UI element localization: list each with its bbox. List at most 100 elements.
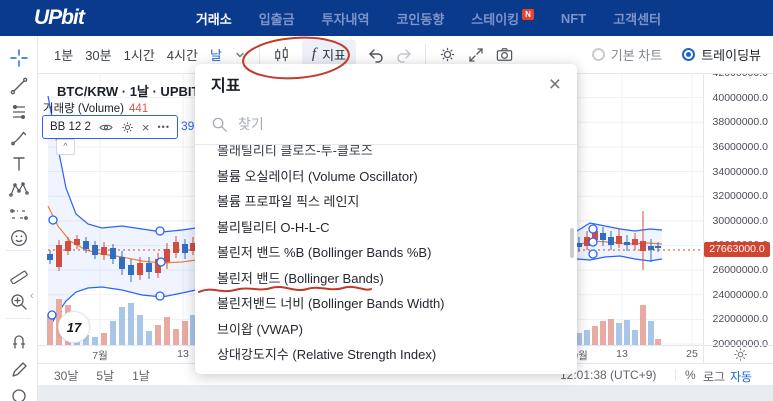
scrollbar-thumb[interactable]: [570, 228, 574, 258]
indicator-search[interactable]: [195, 104, 577, 145]
radio-icon: [682, 48, 696, 61]
page-background-strip: [38, 385, 773, 401]
brush-icon: [11, 131, 27, 146]
range-button[interactable]: 30날: [54, 367, 78, 384]
nav-item[interactable]: 고객센터: [613, 9, 661, 28]
upbit-logo[interactable]: UPbit: [34, 6, 85, 30]
remove-indicator-button[interactable]: ×: [142, 121, 150, 134]
nav-item[interactable]: 투자내역: [322, 9, 370, 28]
chart-mode-switch: 기본 차트 트레이딩뷰: [591, 45, 761, 64]
nav-item[interactable]: NFT: [561, 11, 586, 26]
indicator-list-item[interactable]: 상대강도지수 (Relative Strength Index): [195, 342, 577, 368]
eraser-icon: [12, 389, 26, 401]
emoji-tool-button[interactable]: [8, 228, 30, 250]
prediction-tool-button[interactable]: [8, 205, 30, 227]
auto-scale-toggle[interactable]: 자동: [730, 368, 752, 385]
modal-header: 지표 ×: [195, 64, 577, 104]
magnet-icon: [12, 335, 26, 349]
pattern-tool-button[interactable]: [8, 180, 30, 202]
rail-divider: [6, 318, 31, 319]
upbit-trading-app: UPbit 거래소 입출금 투자내역 코인동향 스테이킹 N NFT 고객센터 1분 30분 1시…: [0, 0, 773, 401]
close-icon[interactable]: ×: [549, 74, 561, 95]
price-axis-label: 30000000.0: [712, 214, 768, 227]
price-axis-label: 36000000.0: [712, 140, 768, 153]
volume-legend[interactable]: 거래량 (Volume) 441: [43, 100, 148, 116]
nav-item[interactable]: 스테이킹 N: [471, 8, 534, 28]
indicator-list-item[interactable]: 볼리틸리티 O-H-L-C: [195, 215, 577, 241]
range-button[interactable]: 1날: [132, 367, 150, 384]
text-tool-button[interactable]: [8, 154, 30, 176]
time-axis-label: 13: [177, 348, 189, 360]
indicator-list-item[interactable]: 볼린저밴드 너비 (Bollinger Bands Width): [195, 291, 577, 317]
indicator-list-item[interactable]: 상대변동성지수 (Relative Volatility Index): [195, 368, 577, 374]
fib-lines-icon: [13, 105, 25, 119]
search-input[interactable]: [236, 115, 561, 133]
bb-indicator-legend[interactable]: BB 12 2 × •••: [42, 115, 178, 139]
lock-tool-button[interactable]: [8, 388, 30, 401]
tradingview-logo[interactable]: 17: [58, 311, 90, 343]
range-buttons: 30날 5날 1날: [54, 364, 150, 386]
timeframe-button[interactable]: 1시간: [118, 41, 161, 68]
redo-icon: [397, 48, 411, 63]
top-nav: UPbit 거래소 입출금 투자내역 코인동향 스테이킹 N NFT 고객센터: [0, 0, 773, 36]
zoom-in-tool-button[interactable]: [8, 292, 30, 314]
indicator-list-item[interactable]: 볼린저 밴드 (Bollinger Bands): [195, 266, 577, 292]
nav-item[interactable]: 코인동향: [396, 9, 444, 28]
radio-icon: [591, 48, 605, 61]
text-icon: [13, 157, 25, 171]
pane-collapse-button[interactable]: ^: [56, 139, 75, 155]
drawing-mode-button[interactable]: [8, 360, 30, 382]
indicators-modal: 지표 × 볼래틸리티 클로즈-투-클로즈볼륨 오실레이터 (Volume Osc…: [195, 64, 577, 374]
current-price-tag: 27663000.0: [704, 242, 770, 257]
pencil-icon: [12, 362, 27, 377]
bottom-bar-divider: [675, 369, 676, 381]
time-axis-label: 25: [686, 348, 698, 360]
more-options-button[interactable]: •••: [158, 122, 170, 132]
bb-legend-label: BB 12 2: [50, 121, 91, 133]
time-axis-label: 7월: [92, 350, 108, 362]
indicator-list-item[interactable]: 볼륨 오실레이터 (Volume Oscillator): [195, 164, 577, 190]
toggle-visibility-button[interactable]: [99, 122, 113, 133]
gear-icon: [122, 121, 133, 133]
magnet-tool-button[interactable]: [8, 332, 30, 354]
price-axis-label: 34000000.0: [712, 165, 768, 178]
drawing-toolbar: [0, 36, 38, 401]
zoom-in-icon: [11, 294, 27, 310]
timeframe-button[interactable]: 1분: [48, 41, 79, 68]
nav-item[interactable]: 입출금: [259, 9, 295, 28]
indicator-list-item[interactable]: 브이왑 (VWAP): [195, 317, 577, 343]
log-scale-toggle[interactable]: 로그: [703, 368, 725, 385]
nav-item[interactable]: 거래소: [196, 9, 232, 28]
brush-tool-button[interactable]: [8, 128, 30, 150]
radio-label: 기본 차트: [610, 48, 663, 63]
fullscreen-icon: [469, 47, 483, 62]
crosshair-tool-button[interactable]: [8, 48, 30, 70]
undo-icon: [369, 48, 383, 63]
range-button[interactable]: 5날: [96, 367, 114, 384]
measure-tool-button[interactable]: [8, 264, 30, 286]
indicator-settings-button[interactable]: [121, 121, 134, 134]
chevron-down-icon: [236, 52, 244, 57]
candlestick-icon: [275, 46, 288, 62]
indicator-list-item[interactable]: 볼륨 프로파일 픽스 레인지: [195, 189, 577, 215]
fib-tool-button[interactable]: [8, 102, 30, 124]
chart-mode-radio[interactable]: 트레이딩뷰: [682, 45, 761, 64]
eye-icon: [99, 124, 113, 130]
modal-title: 지표: [211, 78, 241, 95]
volume-value: 441: [128, 103, 149, 115]
timeframe-button[interactable]: 30분: [79, 41, 117, 68]
radio-label: 트레이딩뷰: [701, 48, 761, 63]
price-axis-label: 38000000.0: [712, 116, 768, 129]
rail-collapse-handle[interactable]: ‹: [30, 290, 34, 302]
indicator-list-item[interactable]: 볼래틸리티 클로즈-투-클로즈: [195, 145, 577, 164]
toolbar-divider: [425, 43, 426, 66]
percent-scale-toggle[interactable]: %: [685, 368, 696, 382]
price-axis-border: [703, 74, 704, 363]
indicator-list-item[interactable]: 볼린저 밴드 %B (Bollinger Bands %B): [195, 240, 577, 266]
chart-mode-radio[interactable]: 기본 차트: [591, 45, 663, 64]
crosshair-icon: [10, 49, 28, 67]
trend-line-tool-button[interactable]: [8, 76, 30, 98]
timeframe-dropdown-button[interactable]: [228, 44, 252, 66]
xabcd-pattern-icon: [9, 182, 29, 197]
symbol-title[interactable]: BTC/KRW · 1날 · UPBIT: [57, 81, 199, 100]
